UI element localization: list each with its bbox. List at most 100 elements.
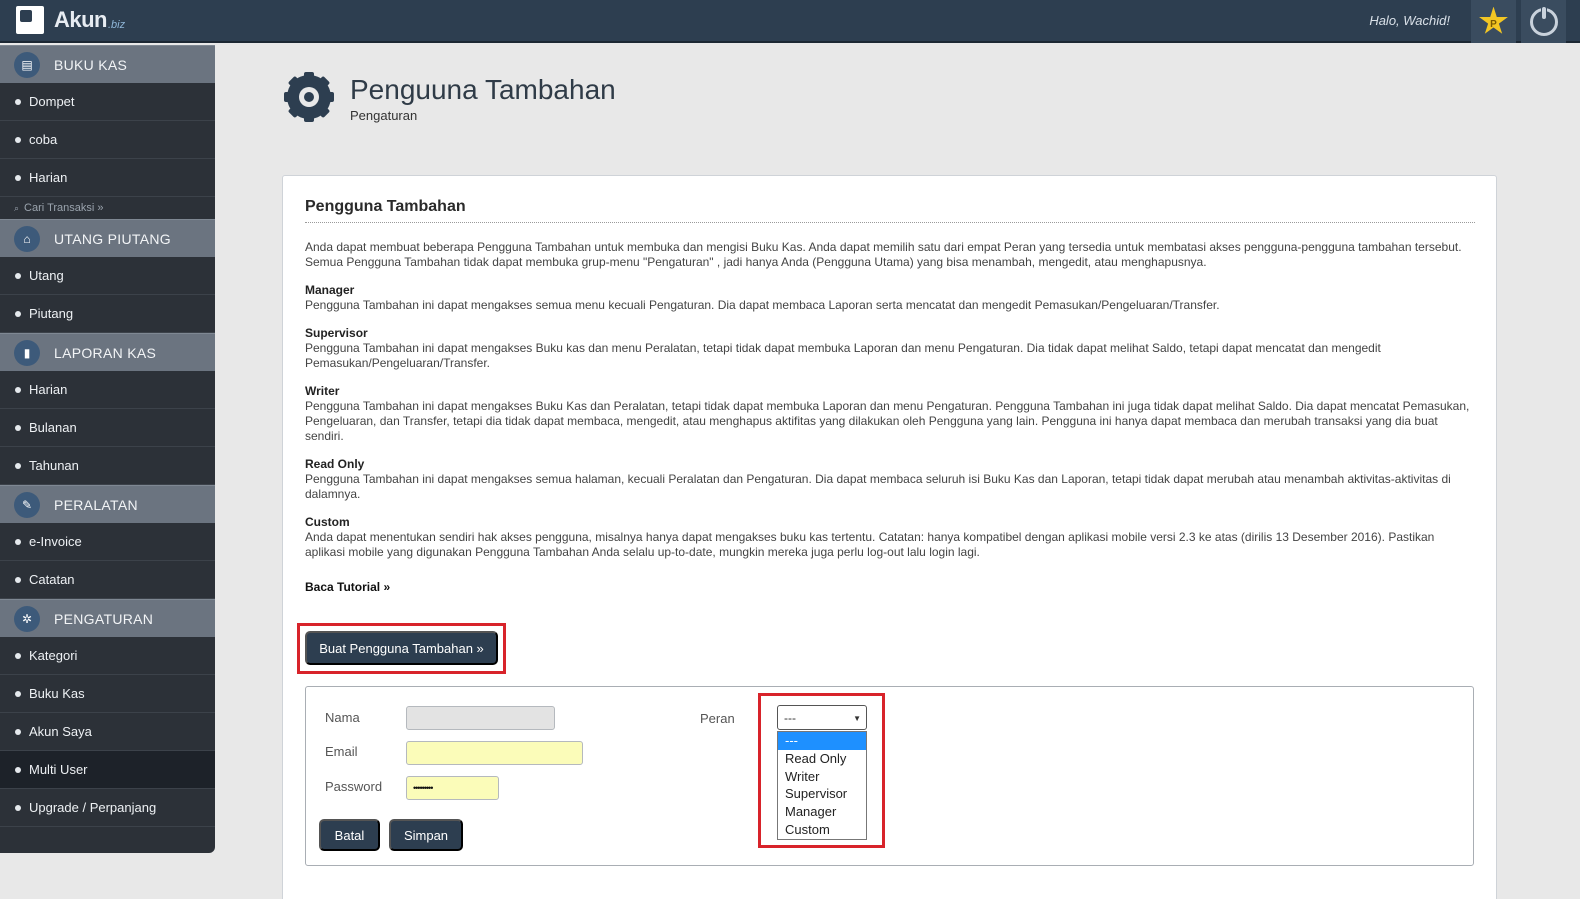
role-description: Read Only Pengguna Tambahan ini dapat men…	[305, 457, 1477, 502]
sidebar-item-label: Akun Saya	[29, 724, 92, 739]
sidebar-item[interactable]: Buku Kas	[0, 675, 215, 713]
sidebar-section-title: BUKU KAS	[54, 56, 128, 73]
role-option[interactable]: Manager	[778, 803, 866, 821]
bullet-icon	[15, 728, 21, 735]
sidebar-section-title: UTANG PIUTANG	[54, 230, 171, 247]
name-label: Nama	[325, 710, 360, 725]
email-label: Email	[325, 744, 358, 759]
sidebar-item-label: Tahunan	[29, 458, 79, 473]
bullet-icon	[15, 462, 21, 469]
sidebar-item[interactable]: Dompet	[0, 83, 215, 121]
sidebar-item[interactable]: Harian	[0, 371, 215, 409]
bullet-icon	[15, 576, 21, 583]
cancel-button[interactable]: Batal	[319, 819, 380, 851]
role-select[interactable]: --- ▼	[777, 705, 867, 730]
tutorial-link[interactable]: Baca Tutorial »	[305, 580, 390, 594]
bullet-icon	[15, 804, 21, 811]
sidebar-section-header[interactable]: ⌂ UTANG PIUTANG	[0, 219, 215, 257]
role-description: Writer Pengguna Tambahan ini dapat mengak…	[305, 384, 1477, 444]
sidebar-item-label: Harian	[29, 382, 68, 397]
sidebar-section-header[interactable]: ✎ PERALATAN	[0, 485, 215, 523]
logo-sub: .biz	[108, 19, 126, 31]
role-name: Custom	[305, 515, 350, 529]
sidebar-item-label: Buku Kas	[29, 686, 85, 701]
page-subtitle: Pengaturan	[350, 108, 418, 123]
bullet-icon	[15, 386, 21, 393]
sidebar-item[interactable]: coba	[0, 121, 215, 159]
page-title: Penguuna Tambahan	[350, 74, 616, 105]
sidebar-item[interactable]: Multi User	[0, 751, 215, 789]
top-bar: Akun .biz Halo, Wachid! P	[0, 0, 1580, 43]
sidebar-section-title: PERALATAN	[54, 496, 138, 513]
sidebar-item-label: Dompet	[29, 94, 75, 109]
sidebar-item-label: Upgrade / Perpanjang	[29, 800, 157, 815]
role-option[interactable]: Custom	[778, 821, 866, 839]
logo-text: Akun	[54, 7, 108, 32]
bullet-icon	[15, 310, 21, 317]
bullet-icon	[15, 136, 21, 143]
app-logo[interactable]: Akun .biz	[16, 6, 125, 34]
role-name: Manager	[305, 283, 355, 297]
role-description: Manager Pengguna Tambahan ini dapat menga…	[305, 283, 1477, 313]
bank-icon: ⌂	[14, 225, 40, 252]
bar-chart-icon: ▮	[14, 339, 40, 366]
bullet-icon	[15, 652, 21, 659]
wrench-icon: ✎	[14, 491, 40, 518]
role-text: Pengguna Tambahan ini dapat mengakses se…	[305, 472, 1451, 501]
role-label: Peran	[700, 711, 735, 726]
role-name: Writer	[305, 384, 340, 398]
role-description: Custom Anda dapat menentukan sendiri hak …	[305, 515, 1477, 560]
search-link-label: Cari Transaksi »	[24, 202, 104, 214]
create-user-button[interactable]: Buat Pengguna Tambahan »	[305, 631, 498, 665]
sidebar-section-header[interactable]: ▮ LAPORAN KAS	[0, 333, 215, 371]
role-option[interactable]: Read Only	[778, 750, 866, 768]
sidebar-item[interactable]: Bulanan	[0, 409, 215, 447]
search-transactions-link[interactable]: ⌕ Cari Transaksi »	[0, 197, 215, 219]
sidebar-item[interactable]: e-Invoice	[0, 523, 215, 561]
role-name: Read Only	[305, 457, 365, 471]
sidebar-item-label: Harian	[29, 170, 68, 185]
sidebar-item[interactable]: Harian	[0, 159, 215, 197]
sidebar-section-header[interactable]: ✲ PENGATURAN	[0, 599, 215, 637]
sidebar-section-header[interactable]: ▤ BUKU KAS	[0, 45, 215, 83]
bullet-icon	[15, 98, 21, 105]
logo-mark-icon	[16, 6, 44, 34]
role-option[interactable]: ---	[778, 732, 866, 750]
role-name: Supervisor	[305, 326, 368, 340]
role-dropdown: --- Read Only Writer Supervisor Manager Custo…	[777, 731, 867, 840]
logout-button[interactable]	[1521, 0, 1566, 43]
star-letter: P	[1490, 19, 1497, 30]
sidebar-item-label: Kategori	[29, 648, 78, 663]
sidebar-item-label: coba	[29, 132, 58, 147]
sidebar-item[interactable]: Utang	[0, 257, 215, 295]
search-icon: ⌕	[14, 202, 20, 213]
sidebar-item[interactable]: Piutang	[0, 295, 215, 333]
role-option[interactable]: Writer	[778, 768, 866, 786]
role-select-value: ---	[784, 710, 796, 725]
user-greeting: Halo, Wachid!	[1369, 13, 1450, 28]
sidebar-item-label: e-Invoice	[29, 534, 82, 549]
bullet-icon	[15, 690, 21, 697]
star-icon: P	[1479, 6, 1508, 34]
power-icon	[1529, 4, 1558, 36]
settings-gear-icon	[284, 72, 334, 122]
sidebar-item[interactable]: Catatan	[0, 561, 215, 599]
premium-star-button[interactable]: P	[1471, 0, 1516, 43]
role-text: Pengguna Tambahan ini dapat mengakses se…	[305, 298, 1220, 312]
save-button[interactable]: Simpan	[389, 819, 463, 851]
sidebar-item-label: Bulanan	[29, 420, 77, 435]
bullet-icon	[15, 538, 21, 545]
email-field[interactable]	[406, 741, 583, 765]
name-field[interactable]	[406, 706, 555, 730]
password-field[interactable]: •••••••••	[406, 776, 499, 800]
card-title: Pengguna Tambahan	[305, 198, 1475, 223]
role-description: Supervisor Pengguna Tambahan ini dapat me…	[305, 326, 1477, 371]
sidebar-item[interactable]: Akun Saya	[0, 713, 215, 751]
bullet-icon	[15, 174, 21, 181]
sidebar-item-label: Piutang	[29, 306, 74, 321]
role-option[interactable]: Supervisor	[778, 785, 866, 803]
role-text: Pengguna Tambahan ini dapat mengakses Bu…	[305, 399, 1470, 443]
sidebar-item[interactable]: Tahunan	[0, 447, 215, 485]
sidebar-item[interactable]: Kategori	[0, 637, 215, 675]
sidebar-item[interactable]: Upgrade / Perpanjang	[0, 789, 215, 827]
